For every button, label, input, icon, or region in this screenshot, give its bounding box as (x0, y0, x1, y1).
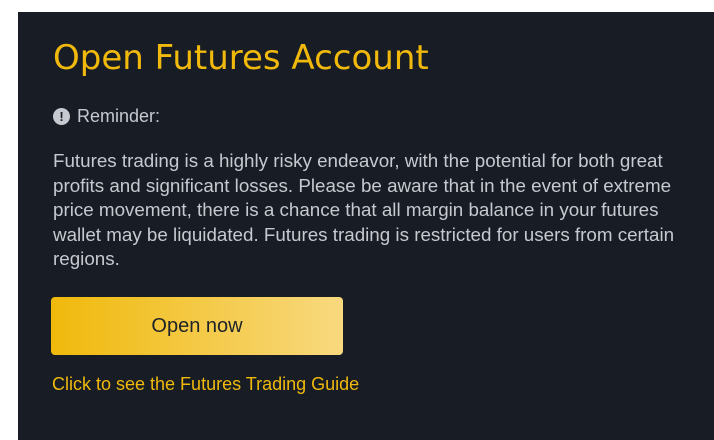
open-now-button[interactable]: Open now (51, 297, 343, 355)
futures-account-panel: Open Futures Account ! Reminder: Futures… (18, 12, 714, 440)
reminder-label: Reminder: (77, 106, 161, 126)
exclamation-circle-icon: ! (53, 108, 70, 125)
risk-warning-text: Futures trading is a highly risky endeav… (53, 150, 675, 269)
futures-trading-guide-link[interactable]: Click to see the Futures Trading Guide (52, 374, 359, 395)
page-title: Open Futures Account (53, 38, 429, 78)
reminder-heading: ! Reminder: (53, 106, 160, 127)
